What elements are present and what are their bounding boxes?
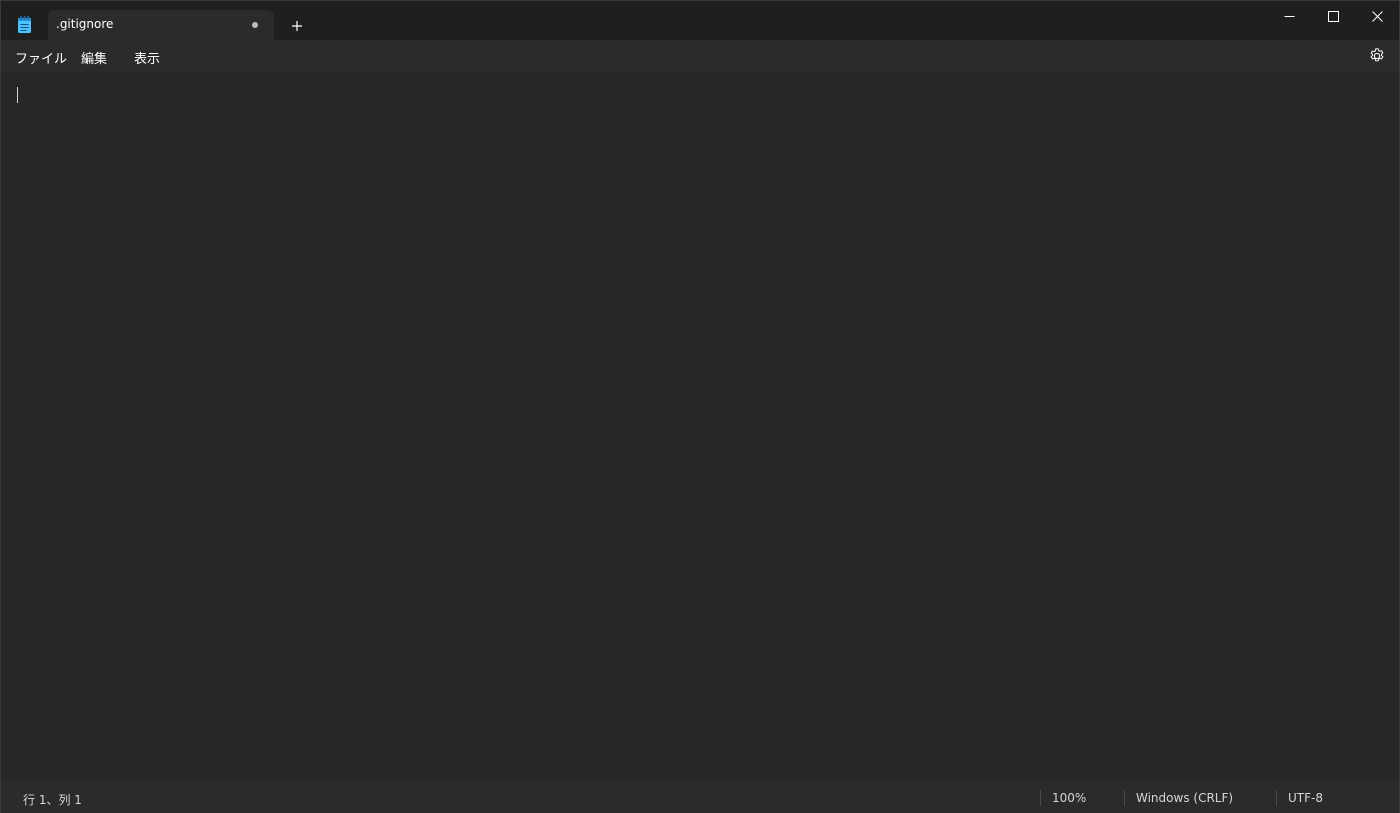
maximize-button[interactable] xyxy=(1310,1,1356,31)
tab-title: .gitignore xyxy=(56,17,114,31)
zoom-level[interactable]: 100% xyxy=(1052,791,1086,805)
notepad-icon xyxy=(17,16,32,34)
status-divider xyxy=(1040,790,1041,806)
minimize-button[interactable] xyxy=(1266,1,1312,31)
status-bar: 行 1、列 1 100% Windows (CRLF) UTF-8 xyxy=(1,782,1399,813)
unsaved-dot-icon[interactable] xyxy=(252,22,258,28)
gear-icon xyxy=(1370,48,1384,62)
notepad-window: .gitignore ファイル 編集 表示 行 1、列 1 100% Windo… xyxy=(0,0,1400,813)
menu-bar: ファイル 編集 表示 xyxy=(1,40,1399,72)
cursor-position: 行 1、列 1 xyxy=(23,793,82,807)
status-divider xyxy=(1276,790,1277,806)
line-ending[interactable]: Windows (CRLF) xyxy=(1136,791,1233,805)
text-caret xyxy=(17,87,18,103)
menu-view[interactable]: 表示 xyxy=(134,48,160,67)
new-tab-button[interactable] xyxy=(286,15,308,37)
status-divider xyxy=(1124,790,1125,806)
tab-gitignore[interactable]: .gitignore xyxy=(48,10,274,40)
settings-button[interactable] xyxy=(1368,47,1386,65)
minimize-icon xyxy=(1284,15,1294,17)
close-icon xyxy=(1371,10,1383,22)
encoding[interactable]: UTF-8 xyxy=(1288,791,1323,805)
title-bar[interactable]: .gitignore xyxy=(1,1,1399,40)
text-editor[interactable] xyxy=(1,72,1399,782)
menu-file[interactable]: ファイル xyxy=(15,48,67,67)
maximize-icon xyxy=(1327,10,1339,22)
close-button[interactable] xyxy=(1354,1,1400,31)
menu-edit[interactable]: 編集 xyxy=(81,48,107,67)
plus-icon xyxy=(292,21,302,31)
